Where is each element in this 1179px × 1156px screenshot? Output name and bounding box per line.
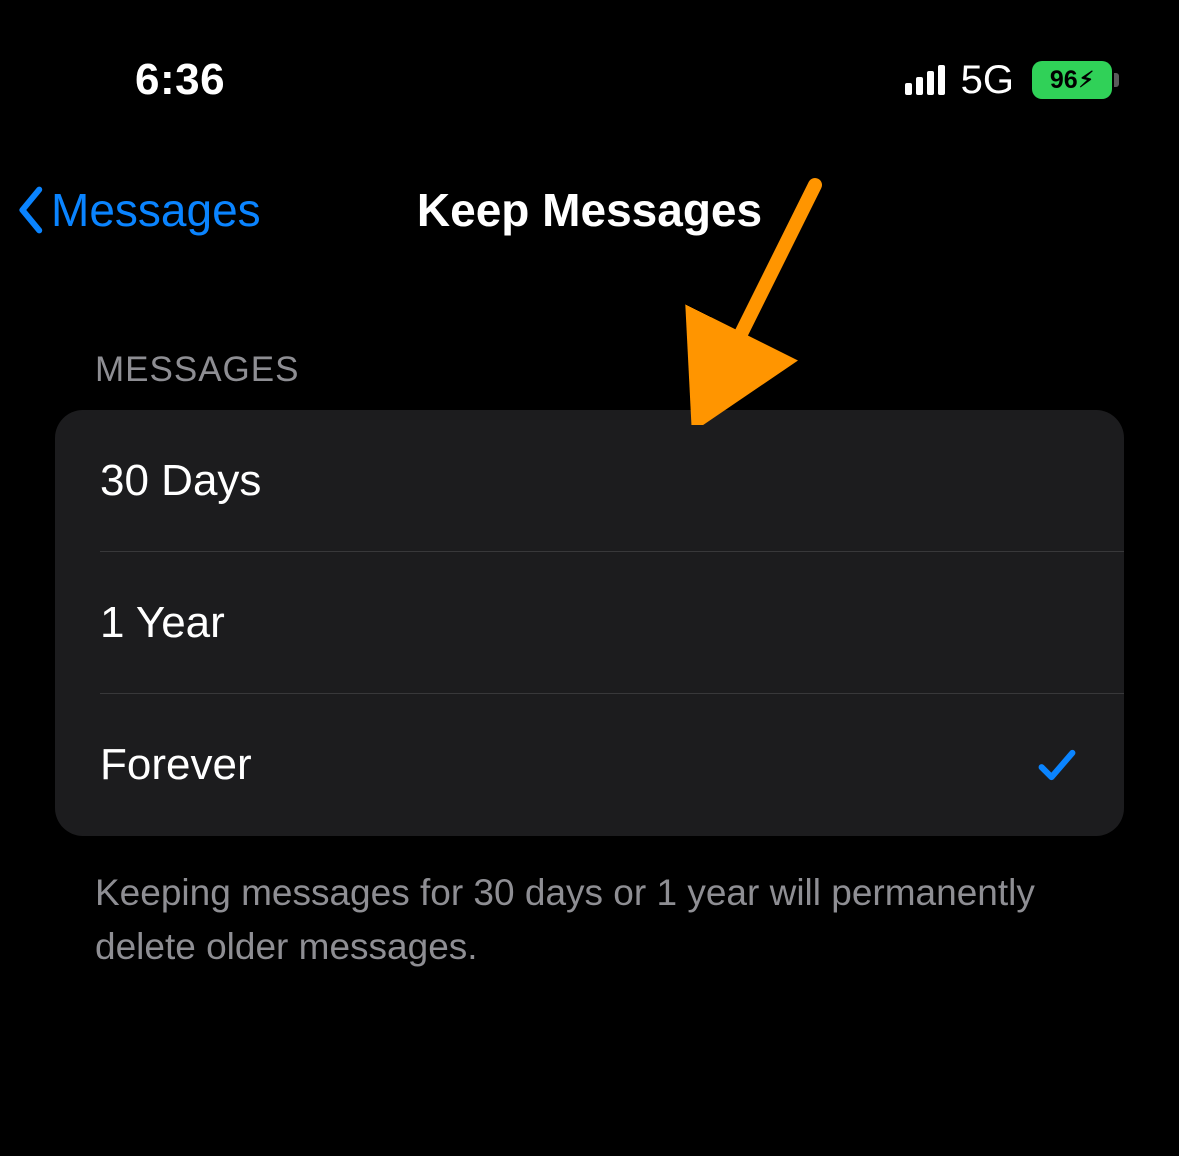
page-title: Keep Messages [417, 183, 762, 237]
section-header: MESSAGES [55, 350, 1124, 410]
chevron-left-icon [15, 186, 49, 234]
status-indicators: 5G 96⚡︎ [905, 58, 1119, 103]
charging-icon: ⚡︎ [1079, 67, 1094, 93]
option-1-year[interactable]: 1 Year [55, 552, 1124, 694]
battery-level: 96⚡︎ [1032, 61, 1112, 99]
option-forever[interactable]: Forever [55, 694, 1124, 836]
network-type: 5G [961, 58, 1014, 103]
status-bar: 6:36 5G 96⚡︎ [0, 0, 1179, 110]
section-footer: Keeping messages for 30 days or 1 year w… [55, 836, 1124, 973]
back-button[interactable]: Messages [15, 183, 261, 237]
options-panel: 30 Days 1 Year Forever [55, 410, 1124, 836]
option-label: 30 Days [100, 456, 261, 506]
back-label: Messages [51, 183, 261, 237]
battery-indicator: 96⚡︎ [1032, 61, 1119, 99]
content-area: MESSAGES 30 Days 1 Year Forever Keeping … [0, 350, 1179, 973]
navigation-bar: Messages Keep Messages [0, 110, 1179, 230]
cellular-signal-icon [905, 65, 945, 95]
option-label: Forever [100, 740, 252, 790]
option-30-days[interactable]: 30 Days [55, 410, 1124, 552]
status-time: 6:36 [135, 55, 225, 105]
checkmark-icon [1035, 743, 1079, 787]
option-label: 1 Year [100, 598, 225, 648]
